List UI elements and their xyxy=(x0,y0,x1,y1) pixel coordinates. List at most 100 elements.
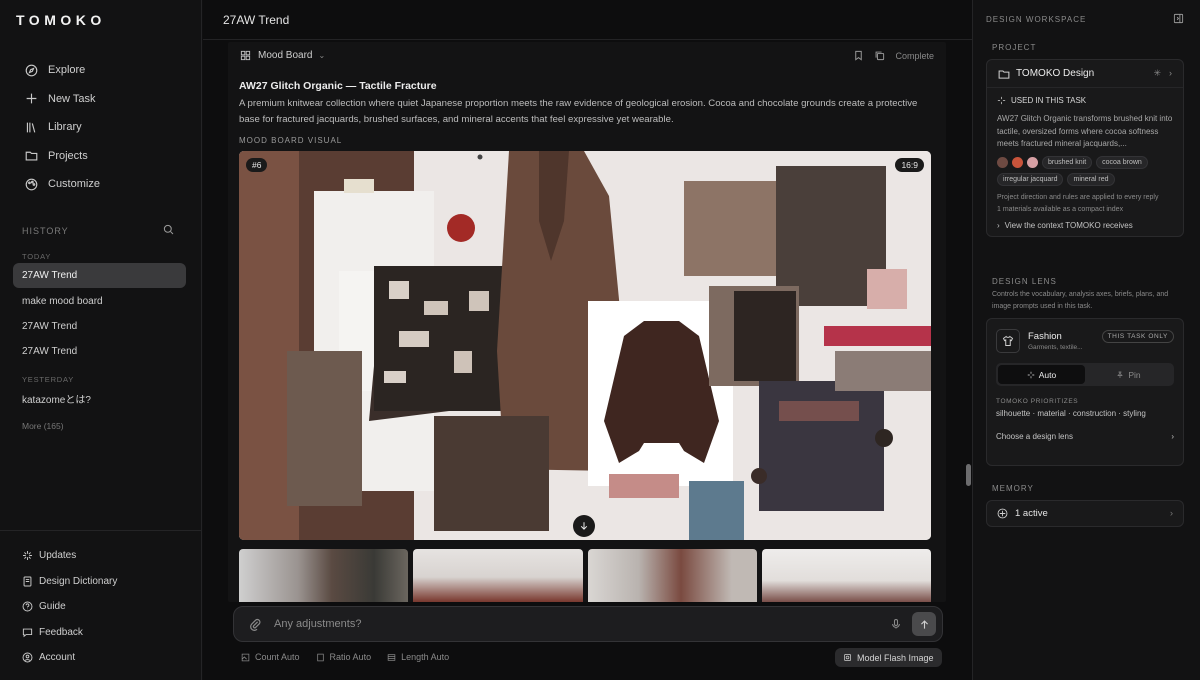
nav-design-dictionary[interactable]: Design Dictionary xyxy=(0,569,202,595)
project-label: PROJECT xyxy=(992,43,1037,52)
mood-board-title: AW27 Glitch Organic — Tactile Fracture xyxy=(239,80,437,92)
thumbnail[interactable] xyxy=(413,549,583,602)
chat-icon xyxy=(22,628,33,638)
length-label: Length Auto xyxy=(401,652,450,662)
choose-lens-label: Choose a design lens xyxy=(996,432,1073,441)
history-yesterday-label: YESTERDAY xyxy=(22,375,75,384)
history-item[interactable]: make mood board xyxy=(13,289,186,314)
count-option[interactable]: Count Auto xyxy=(241,652,300,662)
sparkle-icon xyxy=(1027,371,1034,378)
app-logo[interactable]: TOMOKO xyxy=(16,12,106,28)
mood-board-document: Mood Board ⌄ Complete AW27 Glitch Organi… xyxy=(228,42,946,602)
nav-projects[interactable]: Projects xyxy=(14,142,188,171)
user-icon xyxy=(22,652,33,663)
tag-chip: cocoa brown xyxy=(1096,156,1148,169)
nav-library[interactable]: Library xyxy=(14,113,188,142)
folder-icon xyxy=(24,149,38,163)
nav-label: Account xyxy=(39,652,76,664)
design-workspace-panel: DESIGN WORKSPACE PROJECT TOMOKO Design ✳… xyxy=(972,0,1200,680)
thumbnail-strip xyxy=(239,549,931,602)
materials-note: 1 materials available as a compact index xyxy=(997,205,1124,213)
microphone-icon[interactable] xyxy=(890,618,902,630)
model-selector[interactable]: Model Flash Image xyxy=(835,648,942,667)
doc-actions: Complete xyxy=(853,50,934,61)
composer xyxy=(233,606,943,642)
doc-type-label: Mood Board xyxy=(258,50,313,61)
secondary-nav: Updates Design Dictionary Guide Feedback… xyxy=(0,530,202,671)
choose-lens-link[interactable]: Choose a design lens › xyxy=(996,432,1174,441)
nav-account[interactable]: Account xyxy=(0,645,202,671)
history-more-link[interactable]: More (165) xyxy=(22,421,64,431)
arrow-up-icon xyxy=(920,619,928,629)
download-button[interactable] xyxy=(573,515,595,537)
nav-new-task[interactable]: New Task xyxy=(14,85,188,114)
paperclip-icon[interactable] xyxy=(248,617,262,631)
nav-label: Customize xyxy=(48,178,100,191)
copy-icon[interactable] xyxy=(874,50,885,61)
thumbnail[interactable] xyxy=(761,549,931,602)
sparkle-icon xyxy=(997,96,1006,105)
history-today-label: TODAY xyxy=(22,252,52,261)
pin-label: Pin xyxy=(1128,369,1141,380)
chevron-right-icon: › xyxy=(997,221,1000,230)
design-lens-label: DESIGN LENS xyxy=(992,277,1057,286)
nav-updates[interactable]: Updates xyxy=(0,543,202,569)
nav-label: Feedback xyxy=(39,626,83,638)
memory-card[interactable]: 1 active › xyxy=(986,500,1184,527)
history-label: HISTORY xyxy=(22,226,69,236)
model-label: Model Flash Image xyxy=(857,652,934,663)
design-lens-description: Controls the vocabulary, analysis axes, … xyxy=(992,291,1169,310)
image-grid-icon xyxy=(241,653,250,661)
tag-chip: brushed knit xyxy=(1042,156,1093,169)
prioritizes-label: TOMOKO PRIORITIZES xyxy=(996,398,1079,405)
lens-mode-toggle: Auto Pin xyxy=(996,363,1174,386)
mood-board-collage xyxy=(239,151,931,540)
nav-explore[interactable]: Explore xyxy=(14,56,188,85)
search-icon[interactable] xyxy=(163,224,174,238)
used-label: USED IN THIS TASK xyxy=(1011,96,1087,105)
length-option[interactable]: Length Auto xyxy=(387,652,449,662)
color-swatch xyxy=(1012,157,1023,168)
collapse-panel-icon[interactable] xyxy=(1173,13,1184,24)
project-name: TOMOKO Design xyxy=(1016,68,1095,79)
book-icon xyxy=(23,576,32,587)
nav-label: New Task xyxy=(48,92,96,105)
adjustment-input[interactable] xyxy=(274,618,890,630)
history-item[interactable]: katazomeとは? xyxy=(13,386,186,411)
doc-type-dropdown[interactable]: Mood Board ⌄ xyxy=(240,50,325,61)
project-row[interactable]: TOMOKO Design ✳ › xyxy=(987,60,1183,88)
nav-customize[interactable]: Customize xyxy=(14,170,188,199)
main-area: 27AW Trend Mood Board ⌄ Complete AW27 Gl… xyxy=(203,0,972,680)
tag-chip: irregular jacquard xyxy=(997,173,1064,186)
palette-icon xyxy=(24,177,38,191)
pin-mode-button[interactable]: Pin xyxy=(1085,365,1172,384)
auto-mode-button[interactable]: Auto xyxy=(998,365,1085,384)
history-item[interactable]: 27AW Trend xyxy=(13,314,186,339)
sparkle-icon xyxy=(23,551,32,561)
thumbnail[interactable] xyxy=(239,549,409,602)
ratio-option[interactable]: Ratio Auto xyxy=(316,652,371,662)
memory-label: MEMORY xyxy=(992,484,1034,493)
history-item[interactable]: 27AW Trend xyxy=(13,339,186,364)
chevron-down-icon: ⌄ xyxy=(318,51,326,60)
compass-icon xyxy=(24,63,38,77)
panel-resize-handle[interactable] xyxy=(966,464,971,486)
nav-feedback[interactable]: Feedback xyxy=(0,620,202,646)
arrow-down-icon xyxy=(580,522,588,530)
send-button[interactable] xyxy=(912,612,936,636)
mood-board-image[interactable]: #6 16:9 xyxy=(239,151,931,540)
nav-label: Guide xyxy=(39,601,66,613)
color-swatch xyxy=(1027,157,1038,168)
project-card: TOMOKO Design ✳ › USED IN THIS TASK AW27 … xyxy=(986,59,1184,237)
ratio-icon xyxy=(316,653,324,661)
nav-guide[interactable]: Guide xyxy=(0,594,202,620)
nav-label: Design Dictionary xyxy=(39,575,118,587)
model-icon xyxy=(844,654,851,661)
history-item[interactable]: 27AW Trend xyxy=(13,263,186,288)
mood-board-visual-label: MOOD BOARD VISUAL xyxy=(239,136,343,145)
thumbnail[interactable] xyxy=(587,549,757,602)
grid-icon xyxy=(240,50,251,61)
bookmark-icon[interactable] xyxy=(853,50,864,61)
chevron-right-icon: › xyxy=(1169,68,1172,78)
view-context-link[interactable]: › View the context TOMOKO receives xyxy=(997,221,1173,230)
